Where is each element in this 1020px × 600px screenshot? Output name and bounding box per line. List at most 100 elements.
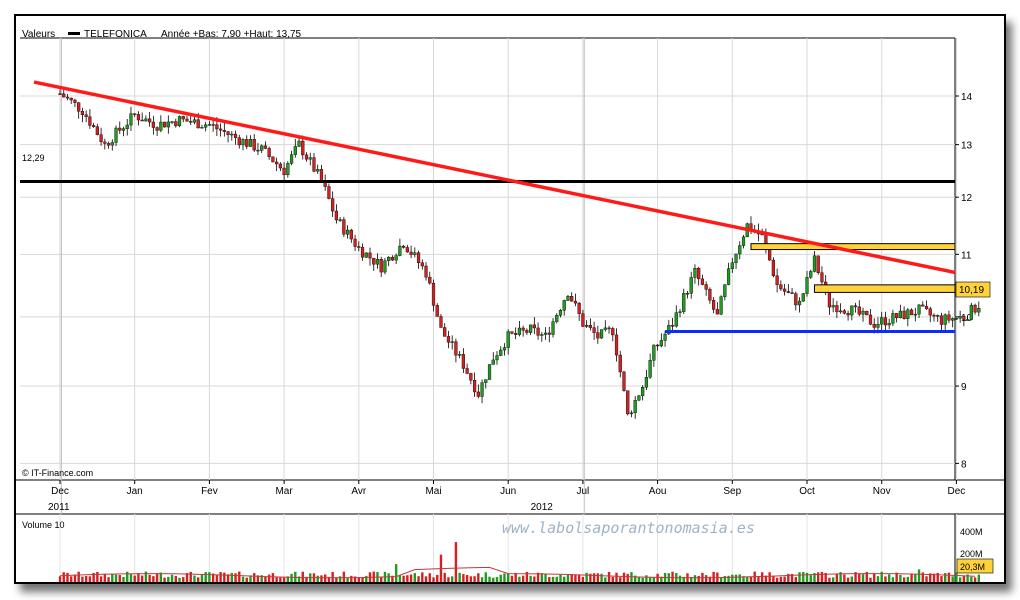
volume-bar — [521, 575, 525, 582]
volume-bar — [887, 574, 891, 582]
volume-bar — [884, 576, 887, 582]
candle-body — [670, 325, 675, 327]
candle-body — [652, 344, 656, 361]
candle-body — [495, 355, 499, 361]
candle-body — [248, 139, 253, 147]
volume-bar — [671, 571, 674, 582]
candle-body — [633, 399, 637, 414]
volume-bar — [70, 576, 73, 582]
volume-bar — [514, 572, 517, 582]
candle-body — [648, 360, 652, 378]
candle-body — [458, 354, 462, 356]
candle-body — [177, 116, 182, 127]
candle-body — [319, 169, 324, 181]
volume-bar — [436, 574, 439, 582]
candle-body — [547, 332, 551, 335]
volume-bar — [510, 575, 514, 582]
volume-bar — [88, 576, 92, 582]
volume-bar — [163, 577, 166, 582]
candle-body — [383, 260, 387, 273]
candle-body — [909, 309, 914, 316]
candle-body — [92, 125, 96, 127]
volume-bar — [111, 573, 114, 582]
candle-body — [267, 148, 271, 157]
volume-bar — [484, 572, 487, 582]
volume-bar — [126, 571, 129, 582]
candle-body — [786, 291, 790, 293]
candle-body — [133, 113, 137, 115]
candle-body — [144, 118, 148, 122]
candle-body — [162, 121, 167, 128]
candle-body — [402, 245, 406, 248]
candle-body — [428, 276, 432, 284]
volume-bar — [958, 577, 962, 582]
volume-bar — [387, 573, 390, 582]
volume-bar — [891, 577, 895, 582]
candle-body — [331, 198, 335, 212]
volume-bar — [342, 571, 346, 582]
candle-body — [327, 186, 331, 199]
candle-body — [469, 373, 473, 381]
volume-bar — [566, 574, 570, 582]
volume-bar — [492, 577, 495, 582]
volume-bar — [611, 576, 614, 582]
candle-body — [289, 154, 294, 164]
volume-bar — [850, 576, 854, 582]
resistance-zone — [750, 243, 956, 251]
volume-bar — [469, 576, 473, 582]
x-tick-label: Oct — [799, 486, 815, 497]
candle-body — [114, 127, 118, 143]
volume-bar — [749, 576, 753, 582]
volume-bar — [432, 577, 435, 582]
candle-body — [596, 332, 600, 339]
candle-body — [603, 327, 607, 330]
volume-bar — [148, 574, 151, 582]
candle-body — [936, 315, 940, 317]
volume-bar — [398, 575, 402, 582]
candle-body — [555, 315, 559, 322]
candle-body — [278, 163, 282, 169]
volume-bar — [943, 572, 947, 582]
volume-bar — [817, 572, 820, 582]
candle-body — [204, 124, 208, 128]
volume-bar — [835, 573, 839, 582]
volume-bar — [507, 573, 510, 582]
volume-bar — [267, 574, 271, 582]
candle-body — [966, 319, 970, 321]
candle-body — [510, 331, 514, 334]
volume-bar — [723, 575, 727, 582]
candle-body — [951, 318, 955, 321]
volume-bar — [712, 571, 715, 582]
volume-bar — [223, 572, 226, 582]
volume-bar — [241, 576, 245, 582]
candle-body — [517, 327, 522, 335]
candle-body — [551, 321, 555, 335]
volume-bar — [574, 574, 577, 582]
candle-body — [715, 309, 719, 315]
volume-bar — [424, 576, 428, 582]
x-tick-label: Mar — [275, 486, 293, 497]
candle-body — [805, 277, 809, 294]
volume-bar — [607, 572, 611, 582]
y-tick-label: 12 — [961, 193, 973, 204]
volume-bar — [465, 574, 469, 582]
candle-body — [917, 304, 921, 315]
volume-bar — [245, 577, 248, 582]
candle-body — [693, 268, 697, 278]
volume-bar — [495, 577, 499, 582]
candle-body — [446, 336, 451, 343]
volume-bar — [103, 573, 107, 582]
candle-body — [801, 293, 805, 302]
candle-body — [842, 310, 846, 314]
volume-bar — [955, 572, 958, 582]
volume-bar — [114, 574, 118, 582]
volume-bar — [253, 573, 256, 582]
candle-body — [902, 310, 906, 319]
candle-body — [723, 284, 727, 297]
volume-bar — [238, 571, 241, 582]
candle-body — [110, 142, 114, 146]
candle-body — [719, 296, 723, 315]
candle-body — [794, 293, 798, 306]
candle-body — [461, 354, 465, 369]
candle-body — [207, 124, 211, 126]
